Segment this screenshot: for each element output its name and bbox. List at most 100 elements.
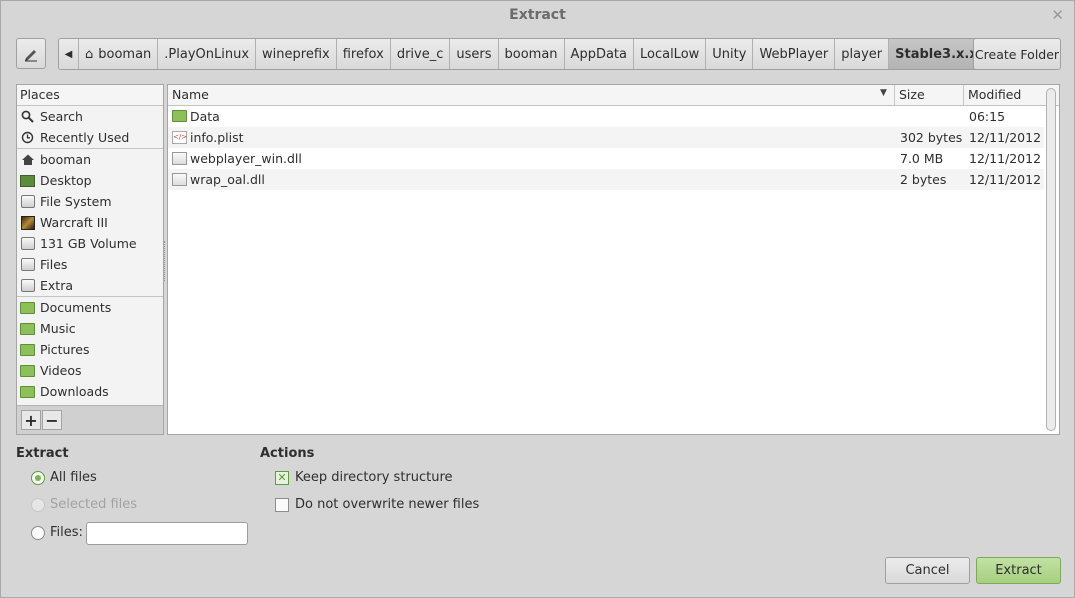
radio-label: All files xyxy=(50,470,97,485)
table-row[interactable]: </> info.plist 302 bytes 12/11/2012 xyxy=(168,127,1044,148)
drive-icon xyxy=(20,237,35,251)
history-icon xyxy=(20,131,35,145)
search-icon xyxy=(20,110,35,124)
breadcrumb-item[interactable]: AppData xyxy=(564,39,634,69)
place-videos[interactable]: Videos xyxy=(17,360,163,381)
table-row[interactable]: webplayer_win.dll 7.0 MB 12/11/2012 xyxy=(168,148,1044,169)
dll-file-icon xyxy=(172,173,187,186)
place-extra[interactable]: Extra xyxy=(17,275,163,296)
place-label: File System xyxy=(40,194,112,209)
close-icon[interactable]: ✕ xyxy=(1051,6,1064,24)
breadcrumb-label: firefox xyxy=(342,46,384,62)
column-header-name[interactable]: Name xyxy=(168,85,895,106)
place-downloads[interactable]: Downloads xyxy=(17,381,163,402)
home-icon: ⌂ xyxy=(85,46,94,62)
breadcrumb-label: player xyxy=(841,46,883,62)
place-label: Documents xyxy=(40,300,112,315)
create-folder-button[interactable]: Create Folder xyxy=(973,38,1061,70)
breadcrumb-item[interactable]: firefox xyxy=(336,39,391,69)
extract-dialog: Extract ✕ ◀ ⌂ booman .PlayOnLinux winepre… xyxy=(0,0,1075,598)
breadcrumb-label: Stable3.x.x xyxy=(895,46,978,62)
breadcrumb-item-home[interactable]: ⌂ booman xyxy=(79,39,159,69)
sort-descending-icon: ▼ xyxy=(880,88,887,98)
radio-disabled-icon xyxy=(31,497,45,512)
extract-button[interactable]: Extract xyxy=(976,557,1061,584)
file-size: 2 bytes xyxy=(900,172,947,187)
file-name: wrap_oal.dll xyxy=(190,172,265,187)
all-files-radio[interactable]: All files xyxy=(31,470,97,485)
drive-icon xyxy=(20,279,35,293)
chevron-left-icon: ◀ xyxy=(64,48,73,60)
keep-structure-checkbox[interactable]: ✕ Keep directory structure xyxy=(275,470,453,485)
place-recently-used[interactable]: Recently Used xyxy=(17,127,163,148)
place-file-system[interactable]: File System xyxy=(17,191,163,212)
place-warcraft[interactable]: Warcraft III xyxy=(17,212,163,233)
breadcrumb-item[interactable]: WebPlayer xyxy=(753,39,836,69)
folder-icon xyxy=(20,364,35,378)
checkbox-unchecked-icon xyxy=(275,497,289,512)
remove-bookmark-button[interactable]: − xyxy=(42,410,62,430)
place-label: Warcraft III xyxy=(40,215,108,230)
place-label: Recently Used xyxy=(40,130,130,145)
place-label: Videos xyxy=(40,363,82,378)
breadcrumb-item[interactable]: users xyxy=(450,39,499,69)
column-header-modified[interactable]: Modified xyxy=(964,85,1044,106)
folder-icon xyxy=(20,343,35,357)
breadcrumb-item[interactable]: drive_c xyxy=(390,39,451,69)
files-pattern-radio[interactable]: Files: xyxy=(31,525,83,540)
place-files[interactable]: Files xyxy=(17,254,163,275)
breadcrumb: ◀ ⌂ booman .PlayOnLinux wineprefix firefo… xyxy=(58,38,985,70)
table-row[interactable]: wrap_oal.dll 2 bytes 12/11/2012 xyxy=(168,169,1044,190)
breadcrumb-item[interactable]: player xyxy=(835,39,890,69)
file-name: Data xyxy=(190,109,220,124)
place-home[interactable]: booman xyxy=(17,149,163,170)
file-name: webplayer_win.dll xyxy=(190,151,302,166)
breadcrumb-label: AppData xyxy=(570,46,627,62)
radio-unchecked-icon xyxy=(31,525,45,540)
drive-icon xyxy=(20,258,35,272)
actions-section-title: Actions xyxy=(260,446,315,461)
file-modified: 06:15 xyxy=(969,109,1006,124)
places-sidebar: Places Search Recently Used booman Deskt… xyxy=(16,84,164,435)
edit-location-button[interactable] xyxy=(16,38,46,69)
place-label: Pictures xyxy=(40,342,90,357)
title-bar: Extract ✕ xyxy=(1,1,1074,29)
window-title: Extract xyxy=(509,7,566,23)
breadcrumb-item[interactable]: Unity xyxy=(706,39,754,69)
place-music[interactable]: Music xyxy=(17,318,163,339)
file-name: info.plist xyxy=(190,130,244,145)
file-size: 302 bytes xyxy=(900,130,963,145)
file-modified: 12/11/2012 xyxy=(969,151,1042,166)
no-overwrite-checkbox[interactable]: Do not overwrite newer files xyxy=(275,497,479,512)
drive-icon xyxy=(20,195,35,209)
breadcrumb-item[interactable]: booman xyxy=(498,39,565,69)
places-footer: + − xyxy=(17,405,163,434)
folder-icon xyxy=(20,301,35,315)
breadcrumb-label: .PlayOnLinux xyxy=(164,46,250,62)
breadcrumb-label: booman xyxy=(98,46,152,62)
add-bookmark-button[interactable]: + xyxy=(21,410,41,430)
vertical-scrollbar[interactable] xyxy=(1046,88,1056,431)
breadcrumb-item[interactable]: .PlayOnLinux xyxy=(158,39,257,69)
place-search[interactable]: Search xyxy=(17,106,163,127)
folder-icon xyxy=(20,385,35,399)
place-documents[interactable]: Documents xyxy=(17,297,163,318)
breadcrumb-label: wineprefix xyxy=(262,46,330,62)
folder-icon xyxy=(20,322,35,336)
column-header-size[interactable]: Size xyxy=(895,85,964,106)
place-pictures[interactable]: Pictures xyxy=(17,339,163,360)
breadcrumb-scroll-left[interactable]: ◀ xyxy=(59,39,79,69)
place-label: Files xyxy=(40,257,68,272)
table-row[interactable]: Data 06:15 xyxy=(168,106,1044,127)
cancel-button[interactable]: Cancel xyxy=(885,557,970,584)
place-label: Search xyxy=(40,109,83,124)
breadcrumb-item[interactable]: wineprefix xyxy=(256,39,337,69)
breadcrumb-item[interactable]: LocalLow xyxy=(633,39,707,69)
place-label: Music xyxy=(40,321,76,336)
radio-label: Selected files xyxy=(50,497,138,512)
files-pattern-input[interactable] xyxy=(86,522,248,545)
file-modified: 12/11/2012 xyxy=(969,172,1042,187)
place-volume[interactable]: 131 GB Volume xyxy=(17,233,163,254)
breadcrumb-item-current[interactable]: Stable3.x.x xyxy=(889,39,984,69)
place-desktop[interactable]: Desktop xyxy=(17,170,163,191)
